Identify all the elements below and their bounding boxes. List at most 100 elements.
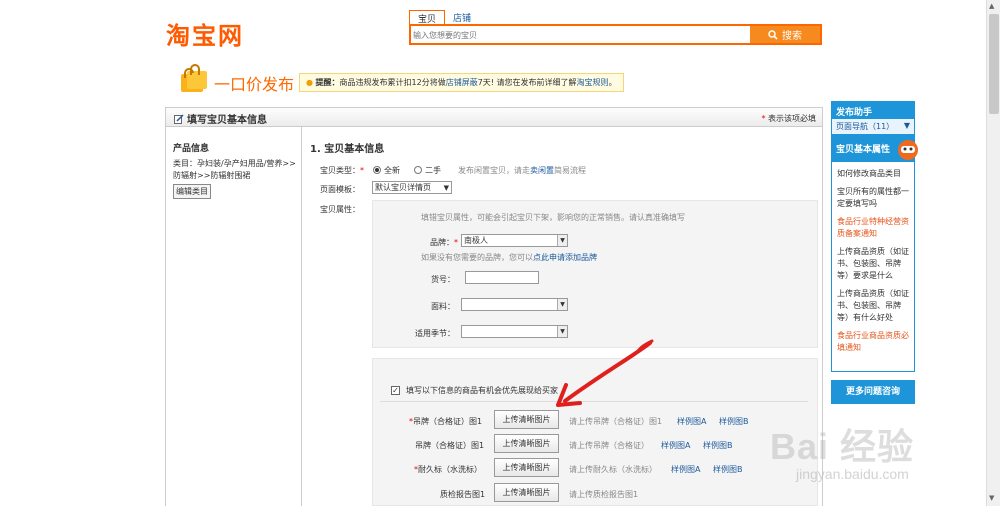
item-type-hint: 发布闲置宝贝，请走卖闲置简易流程 [458,165,586,176]
baidu-jingyan-watermark: Bai 经验 jingyan.baidu.com [770,418,960,498]
example-b-link[interactable]: 样例图B [713,464,743,475]
tab-shop[interactable]: 店铺 [445,10,479,25]
example-a-link[interactable]: 样例图A [671,464,700,475]
upload-hint: 请上传吊牌（合格证）图1 [569,417,663,426]
help-link[interactable]: 上传商品资质（如证书、包装图、吊牌等）要求是什么 [837,246,910,282]
search-tabs: 宝贝 店铺 [409,10,479,25]
notice-link-rules[interactable]: 淘宝规则 [577,78,609,87]
template-value: 默认宝贝详情页 [375,183,431,192]
radio-used-label: 二手 [425,166,441,175]
brand-hint-text: 如果没有您需要的品牌，您可以 [421,253,533,262]
example-b-link[interactable]: 样例图B [703,440,733,451]
brand-value: 南极人 [464,236,488,245]
example-b-link[interactable]: 样例图B [719,416,749,427]
notice-link-shop-block[interactable]: 店铺屏蔽 [446,78,478,87]
idle-sale-link[interactable]: 卖闲置 [530,166,554,175]
search-icon [768,29,778,40]
search-button-label: 搜索 [782,31,802,42]
example-a-link[interactable]: 样例图A [661,440,690,451]
help-link[interactable]: 如何修改商品类目 [837,168,910,180]
brand-select[interactable]: 南极人 ▼ [461,234,568,247]
edit-icon [174,113,184,124]
taobao-logo[interactable]: 淘宝网 [166,16,244,51]
example-a-link[interactable]: 样例图A [677,416,706,427]
item-type-label: 宝贝类型：* [320,166,364,175]
upload-button[interactable]: 上传清晰图片 [494,458,559,477]
vertical-scrollbar[interactable]: ▲ ▼ [986,0,1000,506]
priority-checkbox[interactable]: ✓ [391,386,400,395]
page-nav-dropdown[interactable]: 页面导航（11） ▼ [831,119,915,134]
product-info-title: 产品信息 [173,144,210,154]
upload-label-text: 耐久标（水洗标） [418,465,482,474]
apply-brand-link[interactable]: 点此申请添加品牌 [533,253,597,262]
brand-label-text: 品牌： [430,238,454,247]
priority-label: 填写以下信息的商品有机会优先展现给买家 [406,386,558,395]
assistant-title: 发布助手 [831,101,915,119]
scrollbar-thumb[interactable] [989,14,999,114]
scroll-up-icon[interactable]: ▲ [989,2,994,10]
help-list: 如何修改商品类目宝贝所有的属性都一定要填写吗 食品行业特种经营资质备案通知上传商品… [831,162,915,372]
help-link[interactable]: 宝贝所有的属性都一定要填写吗 [837,186,910,210]
chevron-down-icon: ▼ [903,121,910,130]
panel-title-text: 填写宝贝基本信息 [187,115,267,126]
help-link[interactable]: 食品行业特种经营资质备案通知 [837,216,910,240]
sku-input[interactable] [465,271,539,284]
dropdown-arrow-icon: ▼ [443,183,449,192]
upload-button[interactable]: 上传清晰图片 [494,434,559,453]
priority-row: ✓ 填写以下信息的商品有机会优先展现给买家 [391,385,558,396]
template-label: 页面模板： [320,185,360,194]
search-box: 搜索 [409,24,822,45]
more-help-button[interactable]: 更多问题咨询 [831,380,915,404]
upload-hint: 请上传吊牌（合格证） [569,441,649,450]
season-label: 适用季节： [415,329,455,338]
upload-button[interactable]: 上传清晰图片 [494,483,559,502]
notice-bar: ● 提醒：商品违规发布累计扣12分将做店铺屏蔽7天! 请您在发布前详细了解淘宝规… [299,73,624,92]
required-note-text: 表示该项必填 [768,114,816,123]
radio-icon [414,166,422,174]
radio-new[interactable]: 全新 [373,165,400,176]
mascot-icon [898,140,918,160]
product-info-column: 产品信息 类目：孕妇装/孕产妇用品/营养>>防辐射>>防辐射围裙 编辑类目 [165,127,302,506]
upload-hint: 请上传耐久标（水洗标） [569,465,657,474]
watermark-url: jingyan.baidu.com [796,466,909,482]
dropdown-arrow-icon: ▼ [557,235,567,246]
search-input[interactable] [413,28,749,42]
help-link[interactable]: 上传商品资质（如证书、包装图、吊牌等）有什么好处 [837,288,910,324]
search-button[interactable]: 搜索 [750,26,820,43]
item-type-hint-text-2: 简易流程 [554,166,586,175]
radio-used[interactable]: 二手 [414,165,441,176]
upload-hint: 请上传质检报告图1 [569,490,639,499]
tab-item[interactable]: 宝贝 [409,10,446,25]
dropdown-arrow-icon: ▼ [557,299,567,310]
item-type-label-text: 宝贝类型： [320,166,360,175]
sku-label: 货号： [431,275,455,284]
upload-label: 吊牌（合格证）图1 [415,441,485,450]
attr-hint: 填错宝贝属性，可能会引起宝贝下架，影响您的正常销售。请认真准确填写 [421,213,685,222]
template-select[interactable]: 默认宝贝详情页 ▼ [372,181,452,194]
notice-text-2: 7天! 请您在发布前详细了解 [477,78,577,87]
annotation-arrow-icon [556,339,654,407]
upload-label: 质检报告图1 [440,490,486,499]
notice-label: 提醒： [315,78,340,87]
help-link[interactable]: 食品行业商品资质必填通知 [837,330,910,354]
item-type-hint-text: 发布闲置宝贝，请走 [458,166,530,175]
shopping-bag-icon [181,64,207,92]
attr-label: 宝贝属性： [320,205,360,214]
panel-header: 填写宝贝基本信息 * 表示该项必填 [165,107,823,127]
scroll-down-icon[interactable]: ▼ [989,494,994,502]
fabric-select[interactable]: ▼ [461,298,568,311]
fabric-label: 面料： [431,302,455,311]
edit-category-button[interactable]: 编辑类目 [173,184,211,199]
assistant-subtitle: 宝贝基本属性 [831,134,918,162]
watermark-logo: Bai 经验 [770,426,915,467]
required-note: * 表示该项必填 [761,114,816,123]
brand-hint: 如果没有您需要的品牌，您可以点此申请添加品牌 [421,252,597,263]
upload-label: *耐久标（水洗标） [414,465,482,474]
publish-assistant: 发布助手 页面导航（11） ▼ 宝贝基本属性 如何修改商品类目宝贝所有的属性都一定… [831,101,918,404]
notice-text-3: 。 [608,78,617,87]
product-category: 类目：孕妇装/孕产妇用品/营养>>防辐射>>防辐射围裙 [173,159,296,180]
panel-title: 填写宝贝基本信息 [174,111,267,126]
page-nav-label: 页面导航（11） [836,122,895,131]
radio-new-label: 全新 [384,166,400,175]
notice-text: 商品违规发布累计扣12分将做 [339,78,446,87]
